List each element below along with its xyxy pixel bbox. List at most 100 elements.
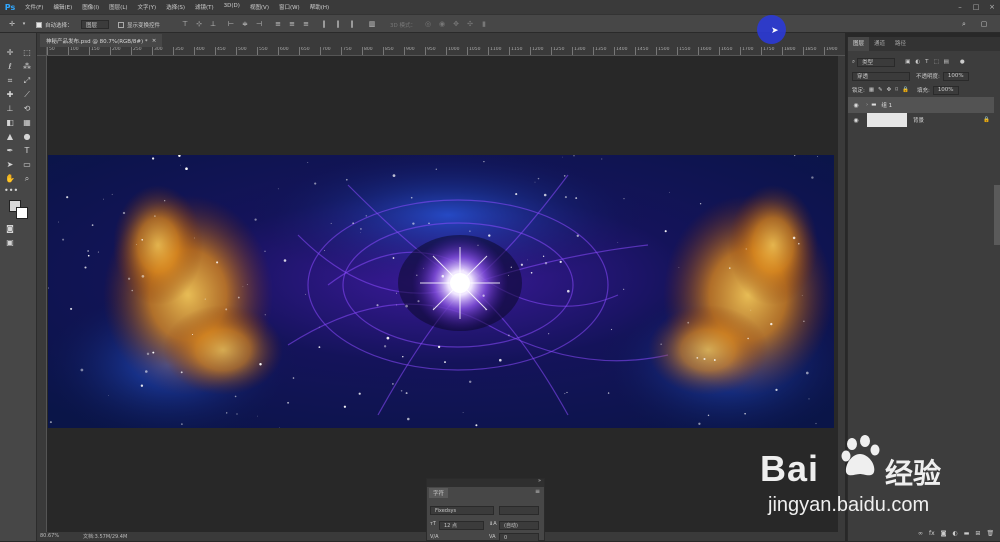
cosmic-banner-image[interactable] <box>48 155 834 428</box>
distribute-hcenter-icon[interactable]: ‖ <box>334 20 342 28</box>
gradient-tool-icon[interactable]: ▦ <box>21 117 33 128</box>
move-tool-icon[interactable]: ✛ <box>4 47 16 58</box>
crop-tool-icon[interactable]: ⌗ <box>4 75 16 86</box>
auto-select-value[interactable]: 图层 <box>81 20 109 29</box>
3d-scale-icon[interactable]: ▮ <box>480 20 488 28</box>
new-group-icon[interactable]: ▬ <box>964 530 970 537</box>
panel-menu-icon[interactable]: ≡ <box>535 488 540 495</box>
distribute-right-icon[interactable]: ‖ <box>348 20 356 28</box>
menu-item[interactable]: 图层(L) <box>104 3 132 11</box>
healing-brush-icon[interactable]: ✚ <box>4 89 16 100</box>
panel-header[interactable]: » <box>427 478 544 487</box>
screen-mode-icon[interactable]: ▣ <box>4 237 16 248</box>
new-layer-icon[interactable]: ⊞ <box>975 530 980 537</box>
trash-icon[interactable]: 🗑 <box>986 530 994 537</box>
background-color-swatch[interactable] <box>16 207 28 219</box>
menu-item[interactable]: 窗口(W) <box>274 3 305 11</box>
zoom-tool-icon[interactable]: ⌕ <box>21 173 33 184</box>
tab-layers[interactable]: 图层 <box>848 37 870 51</box>
workspace-icon[interactable]: ▢ <box>980 20 988 28</box>
rectangle-tool-icon[interactable]: ▭ <box>21 159 33 170</box>
mask-icon[interactable]: ◙ <box>941 530 947 537</box>
3d-pan-icon[interactable]: ✥ <box>452 20 460 28</box>
align-bottom-icon[interactable]: ⊥ <box>209 20 217 28</box>
auto-align-icon[interactable]: ▥ <box>368 20 376 28</box>
maximize-icon[interactable]: □ <box>968 0 984 14</box>
font-size-field[interactable]: 12 点 <box>439 521 484 530</box>
close-tab-icon[interactable]: × <box>152 38 157 44</box>
opacity-field[interactable]: 100% <box>942 71 969 81</box>
chevron-down-icon[interactable]: ▾ <box>20 20 28 28</box>
ruler-origin[interactable] <box>37 47 47 56</box>
menu-item[interactable]: 视图(V) <box>245 3 274 11</box>
align-vcenter-icon[interactable]: ⊹ <box>195 20 203 28</box>
layer-row-background[interactable]: ◉ 背景 🔒 <box>848 111 994 129</box>
eraser-tool-icon[interactable]: ◧ <box>4 117 16 128</box>
3d-rotate-icon[interactable]: ◎ <box>424 20 432 28</box>
menu-item[interactable]: 选择(S) <box>161 3 190 11</box>
menu-item[interactable]: 文字(Y) <box>133 3 162 11</box>
tab-channels[interactable]: 通道 <box>869 37 890 51</box>
align-top-icon[interactable]: ⊤ <box>181 20 189 28</box>
menu-item[interactable]: 帮助(H) <box>305 3 334 11</box>
fx-icon[interactable]: fx <box>929 530 935 537</box>
stamp-tool-icon[interactable]: ⊥ <box>4 103 16 114</box>
menu-item[interactable]: 编辑(E) <box>48 3 77 11</box>
minimize-icon[interactable]: – <box>952 0 968 14</box>
quick-mask-icon[interactable]: ◙ <box>4 223 16 234</box>
hand-tool-icon[interactable]: ✋ <box>4 173 16 184</box>
align-left-icon[interactable]: ⊢ <box>227 20 235 28</box>
distribute-top-icon[interactable]: ≡ <box>274 20 282 28</box>
filter-kind-dropdown[interactable]: 类型 <box>857 57 896 67</box>
align-hcenter-icon[interactable]: ≑ <box>241 20 249 28</box>
chevron-right-icon[interactable]: › <box>866 102 868 108</box>
dodge-tool-icon[interactable]: ● <box>21 131 33 142</box>
pen-tool-icon[interactable]: ✒ <box>4 145 16 156</box>
menu-item[interactable]: 文件(F) <box>20 3 48 11</box>
blend-mode-dropdown[interactable]: 穿透 <box>852 71 910 81</box>
distribute-vcenter-icon[interactable]: ≡ <box>288 20 296 28</box>
document-tab[interactable]: 神秘产品发布.psd @ 80.7%(RGB/8#) * × <box>40 34 163 47</box>
tab-paths[interactable]: 路径 <box>890 37 911 51</box>
close-icon[interactable]: × <box>984 0 1000 14</box>
checkbox-checked-icon[interactable] <box>36 21 42 28</box>
collapse-icon[interactable]: » <box>538 478 541 484</box>
magic-wand-icon[interactable]: ⁂ <box>21 61 33 72</box>
font-family-dropdown[interactable]: Fixedsys <box>430 506 494 515</box>
leading-field[interactable]: (自动) <box>499 521 539 530</box>
tab-character[interactable]: 字符 <box>429 488 449 498</box>
menu-item[interactable]: 滤镜(T) <box>190 3 219 11</box>
eye-icon[interactable]: ◉ <box>851 102 861 109</box>
brush-tool-icon[interactable]: ⟋ <box>21 89 33 100</box>
more-tools-icon[interactable]: ••• <box>4 185 18 196</box>
menu-item[interactable]: 3D(D) <box>219 3 245 11</box>
document-info[interactable]: 文档:3.57M/29.4M <box>83 533 127 540</box>
zoom-level[interactable]: 80.67% <box>40 533 59 539</box>
link-icon[interactable]: ∞ <box>918 530 923 537</box>
show-transform-checkbox[interactable]: 显示变换控件 <box>118 19 160 30</box>
blur-tool-icon[interactable]: ▲ <box>4 131 16 142</box>
checkbox-unchecked-icon[interactable] <box>118 21 124 28</box>
lasso-tool-icon[interactable]: ℓ <box>4 61 16 72</box>
canvas-area[interactable] <box>47 57 845 533</box>
filter-toggle-icon[interactable]: ● <box>960 59 965 65</box>
3d-slide-icon[interactable]: ✣ <box>466 20 474 28</box>
panel-scrollbar[interactable] <box>994 185 1000 245</box>
lock-icons[interactable]: ▦✎✥⌑🔒 <box>869 87 913 93</box>
search-icon[interactable]: ⌕ <box>960 20 968 28</box>
history-brush-icon[interactable]: ⟲ <box>21 103 33 114</box>
font-style-dropdown[interactable] <box>499 506 539 515</box>
filter-icons[interactable]: ▣◐T⬚▤ <box>905 59 954 65</box>
type-tool-icon[interactable]: T <box>21 145 33 156</box>
marquee-tool-icon[interactable]: ⬚ <box>21 47 33 58</box>
move-tool-icon[interactable]: ✛ <box>8 20 16 28</box>
3d-roll-icon[interactable]: ◉ <box>438 20 446 28</box>
menu-item[interactable]: 图像(I) <box>77 3 104 11</box>
fill-field[interactable]: 100% <box>932 85 959 95</box>
align-right-icon[interactable]: ⊣ <box>255 20 263 28</box>
adjustment-icon[interactable]: ◐ <box>953 530 958 537</box>
distribute-left-icon[interactable]: ‖ <box>320 20 328 28</box>
eyedropper-icon[interactable]: ⤢ <box>21 75 33 86</box>
auto-select-checkbox[interactable]: 自动选择： <box>36 19 73 30</box>
distribute-bottom-icon[interactable]: ≡ <box>302 20 310 28</box>
